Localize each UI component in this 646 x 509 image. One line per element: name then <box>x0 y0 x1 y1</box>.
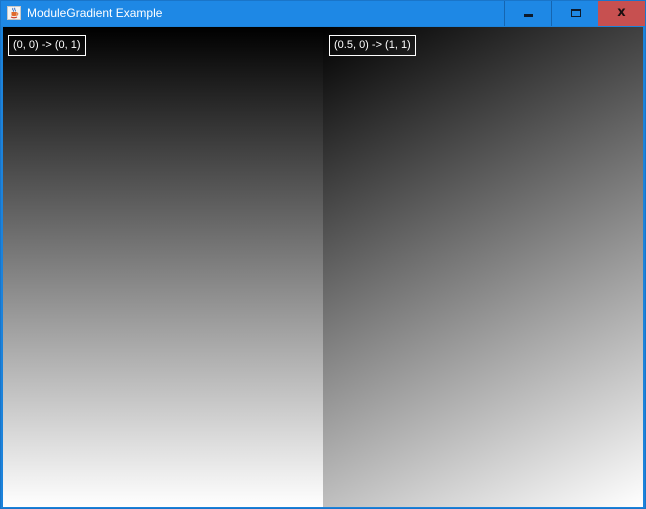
minimize-button[interactable] <box>504 1 551 26</box>
gradient-label: (0.5, 0) -> (1, 1) <box>329 35 416 56</box>
app-window: ModuleGradient Example x (0, 0) -> (0, 1… <box>0 0 646 509</box>
minimize-icon <box>524 14 533 17</box>
gradient-canvas: (0, 0) -> (0, 1) (0.5, 0) -> (1, 1) <box>3 27 643 507</box>
title-bar[interactable]: ModuleGradient Example x <box>1 1 645 26</box>
maximize-button[interactable] <box>551 1 598 26</box>
gradient-label: (0, 0) -> (0, 1) <box>8 35 86 56</box>
diagonal-gradient-panel: (0.5, 0) -> (1, 1) <box>323 27 643 507</box>
vertical-gradient-panel: (0, 0) -> (0, 1) <box>3 27 323 507</box>
java-coffee-cup-icon[interactable] <box>7 6 21 20</box>
close-button[interactable]: x <box>598 1 645 26</box>
close-icon: x <box>617 5 626 20</box>
window-title: ModuleGradient Example <box>27 6 163 20</box>
maximize-icon <box>571 9 581 17</box>
